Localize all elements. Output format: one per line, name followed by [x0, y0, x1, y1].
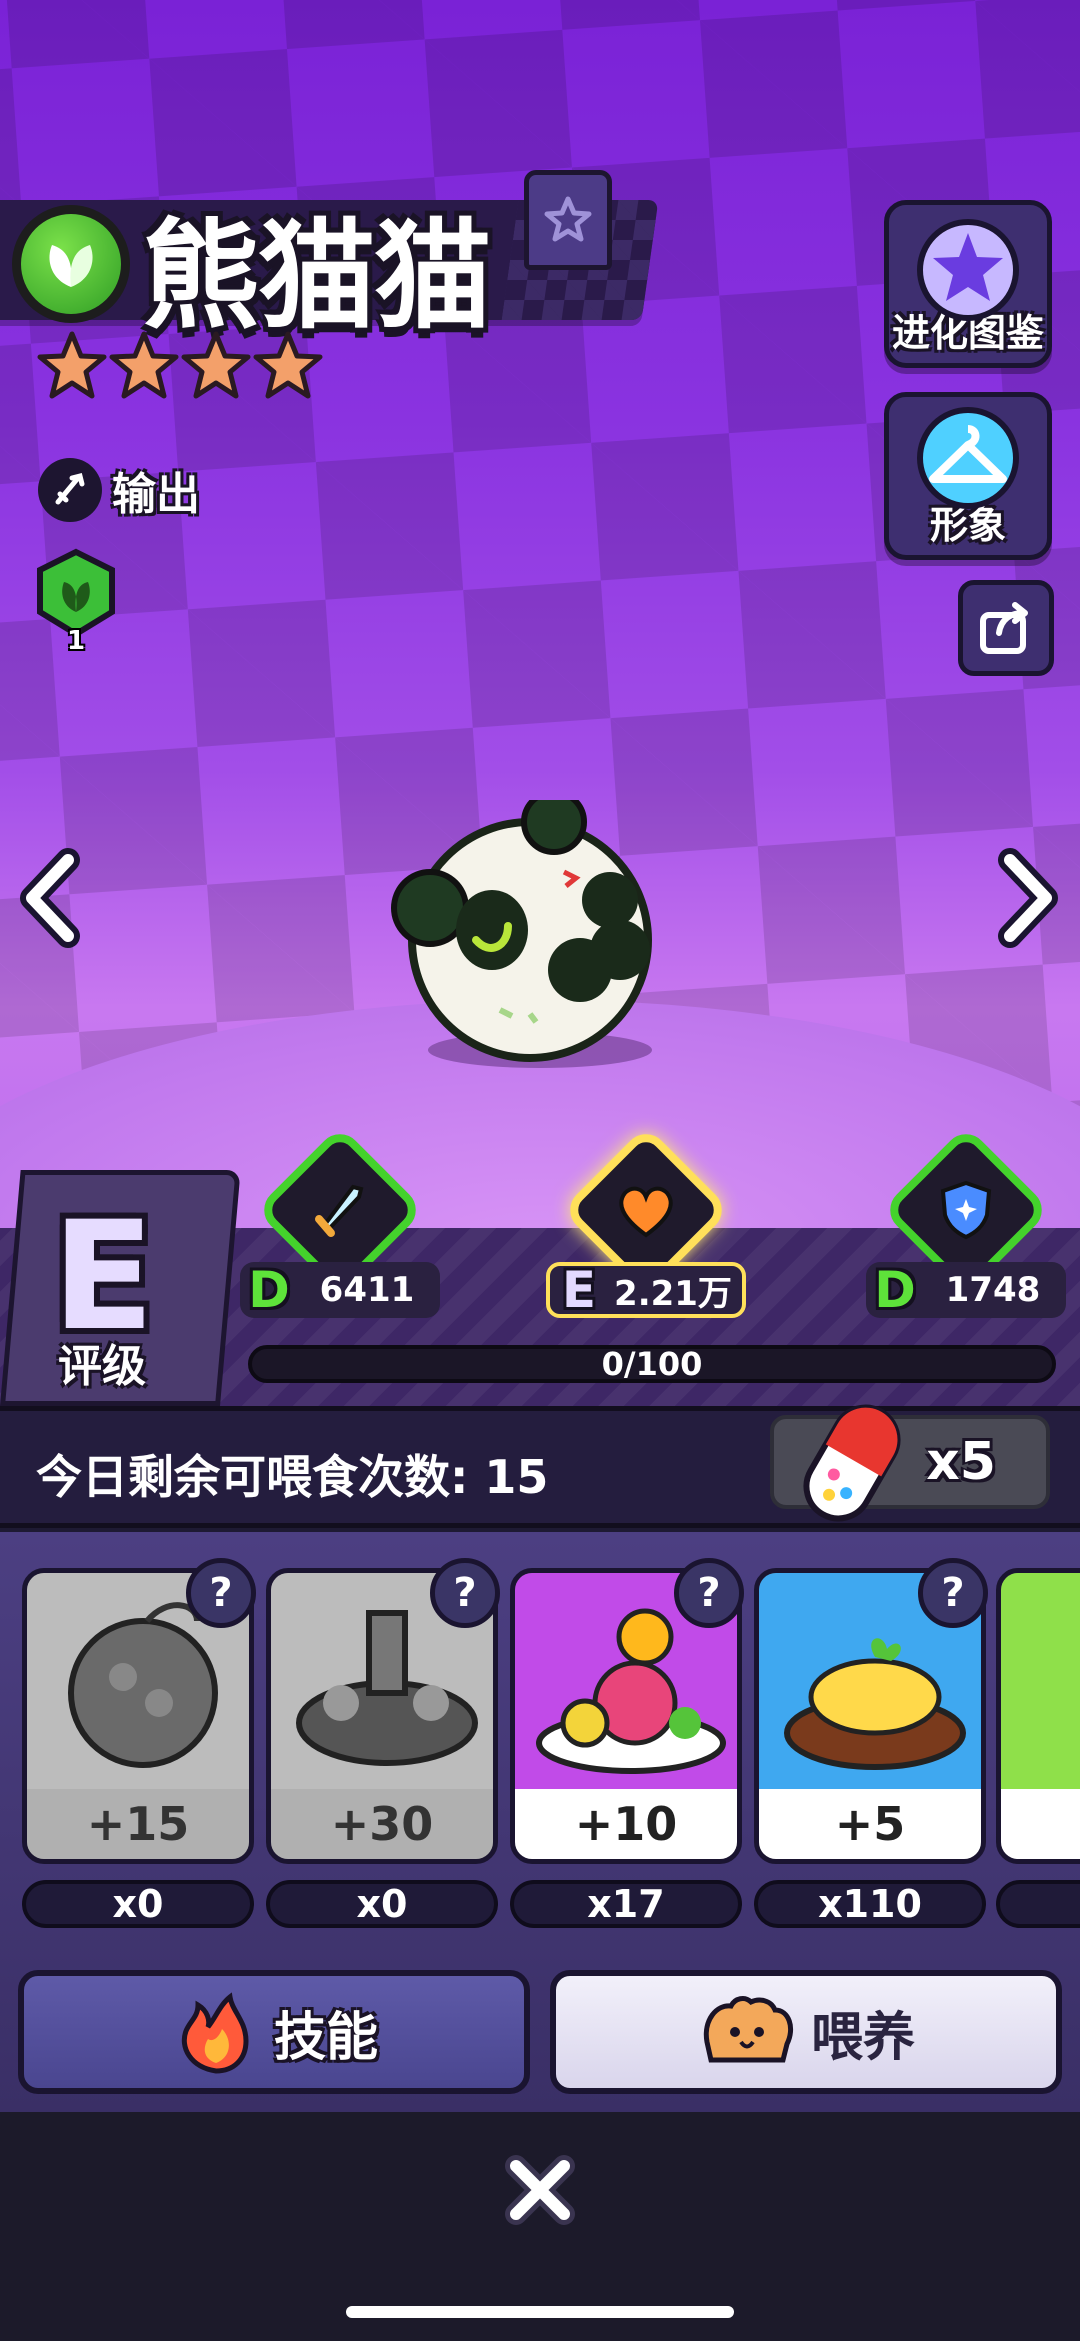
- defense-stat[interactable]: D 1748: [866, 1125, 1066, 1319]
- partial-food-bonus: [1001, 1789, 1080, 1859]
- skill-label: 技能: [273, 2007, 378, 2068]
- appearance-button[interactable]: 形象: [884, 392, 1052, 560]
- hp-stat-pill: E 2.21万: [546, 1261, 746, 1319]
- defense-value: 1748: [945, 1270, 1041, 1310]
- star-rating: [36, 330, 324, 402]
- sword-role-icon: [38, 458, 102, 522]
- food-help-button[interactable]: ?: [674, 1558, 744, 1628]
- food-bonus: +10: [515, 1789, 737, 1859]
- hanger-icon: [917, 407, 1019, 509]
- hp-value: 2.21万: [614, 1273, 732, 1314]
- food-count: x110: [754, 1880, 986, 1928]
- flame-icon: [181, 1992, 249, 2074]
- panda-character-sprite: [391, 800, 652, 1068]
- rating-label: 评级: [58, 1341, 146, 1392]
- food-bonus: +15: [27, 1789, 249, 1859]
- attack-grade: D: [248, 1261, 290, 1319]
- defense-grade: D: [874, 1261, 916, 1319]
- close-icon[interactable]: [500, 2150, 580, 2230]
- evolution-book-button[interactable]: 进化图鉴: [884, 200, 1052, 368]
- share-button[interactable]: [958, 580, 1054, 676]
- next-character-arrow-icon[interactable]: [986, 848, 1066, 948]
- star-icon: [109, 331, 179, 399]
- attack-stat-pill: D 6411: [240, 1261, 440, 1319]
- food-count: x0: [22, 1880, 254, 1928]
- food-help-button[interactable]: ?: [186, 1558, 256, 1628]
- home-indicator[interactable]: [346, 2306, 734, 2318]
- food-count: x0: [266, 1880, 498, 1928]
- capsule-count: x5: [926, 1432, 996, 1492]
- star-icon: [181, 331, 251, 399]
- sword-icon: [315, 1184, 364, 1237]
- food-help-button[interactable]: ?: [430, 1558, 500, 1628]
- character-name: 熊猫猫: [142, 207, 492, 345]
- attack-value: 6411: [319, 1270, 415, 1310]
- food-help-button[interactable]: ?: [918, 1558, 988, 1628]
- feed-button[interactable]: 喂养: [550, 1970, 1062, 2094]
- previous-character-arrow-icon[interactable]: [12, 848, 92, 948]
- star-icon: [37, 331, 107, 399]
- bread-icon: [703, 1996, 793, 2063]
- food-bonus: +30: [271, 1789, 493, 1859]
- element-leaf-icon: [12, 205, 130, 323]
- role-tag: 输出: [38, 458, 200, 522]
- favorite-star-icon[interactable]: [524, 170, 612, 270]
- feed-label: 喂养: [810, 2007, 915, 2068]
- level-progress-text: 0/100: [601, 1345, 703, 1383]
- food-card-partial[interactable]: [996, 1568, 1080, 1864]
- food-count-partial: [996, 1880, 1080, 1928]
- hp-stat[interactable]: E 2.21万: [546, 1125, 746, 1319]
- feeding-remaining-text: 今日剩余可喂食次数: 15: [36, 1450, 549, 1504]
- defense-stat-pill: D 1748: [866, 1261, 1066, 1319]
- star-icon: [253, 331, 323, 399]
- attack-stat[interactable]: D 6411: [240, 1125, 440, 1319]
- evolution-star-icon: [917, 219, 1019, 321]
- element-level-text: 1: [66, 626, 86, 656]
- level-progress-bar: 0/100: [248, 1345, 1056, 1383]
- element-level-badge[interactable]: 1: [34, 548, 118, 656]
- role-label: 输出: [112, 469, 200, 520]
- skill-button[interactable]: 技能: [18, 1970, 530, 2094]
- hp-grade: E: [561, 1261, 597, 1319]
- partial-food-image: [1001, 1573, 1080, 1795]
- share-icon: [980, 602, 1028, 654]
- food-bonus: +5: [759, 1789, 981, 1859]
- heart-icon: [619, 1186, 673, 1238]
- food-count: x17: [510, 1880, 742, 1928]
- shield-icon: [940, 1180, 992, 1240]
